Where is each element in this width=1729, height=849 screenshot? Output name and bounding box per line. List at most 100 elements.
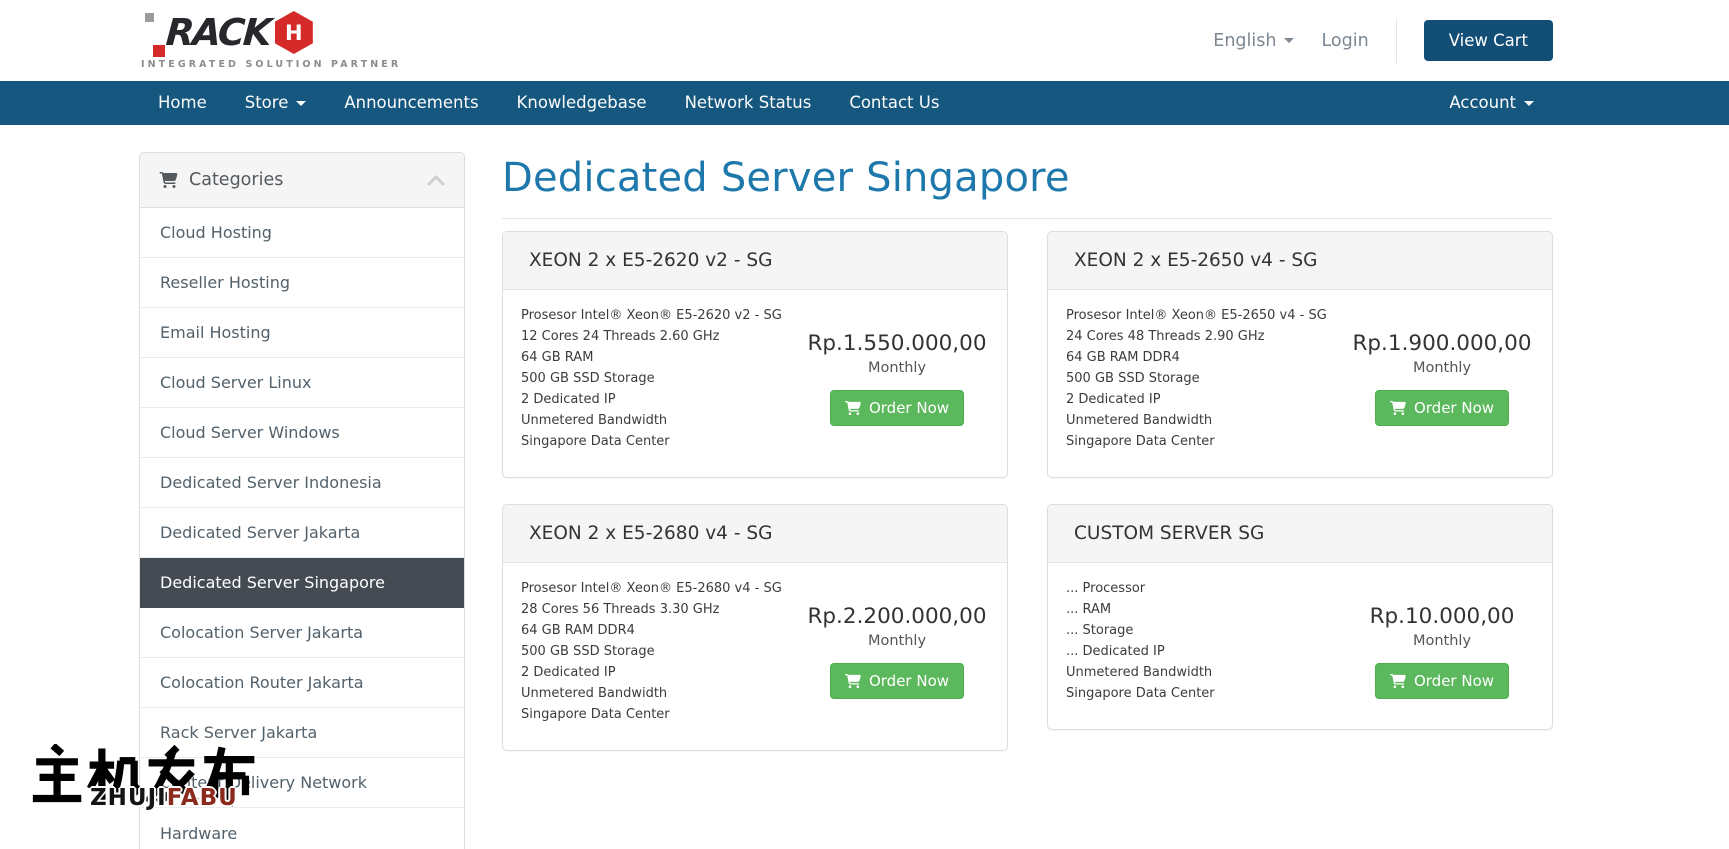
login-link[interactable]: Login xyxy=(1321,31,1368,51)
sidebar-item-email-hosting[interactable]: Email Hosting xyxy=(140,308,464,358)
spec-line: 64 GB RAM xyxy=(521,347,797,368)
sidebar-item-dedicated-server-singapore[interactable]: Dedicated Server Singapore xyxy=(140,558,464,608)
brand-logo[interactable]: RACK H INTEGRATED SOLUTION PARTNER xyxy=(139,9,329,73)
spec-line: 500 GB SSD Storage xyxy=(521,641,797,662)
order-now-button[interactable]: Order Now xyxy=(830,390,964,426)
categories-title: Categories xyxy=(189,170,283,190)
sidebar-item-cloud-server-windows[interactable]: Cloud Server Windows xyxy=(140,408,464,458)
main-navbar: Home Store Announcements Knowledgebase N… xyxy=(0,81,1729,125)
spec-line: Prosesor Intel® Xeon® E5-2650 v4 - SG xyxy=(1066,305,1342,326)
collapse-toggle[interactable] xyxy=(427,174,445,186)
billing-cycle: Monthly xyxy=(797,633,997,649)
order-now-button[interactable]: Order Now xyxy=(1375,390,1509,426)
spec-line: 2 Dedicated IP xyxy=(1066,389,1342,410)
spec-line: 64 GB RAM DDR4 xyxy=(521,620,797,641)
order-now-button[interactable]: Order Now xyxy=(1375,663,1509,699)
product-name: XEON 2 x E5-2650 v4 - SG xyxy=(1048,232,1552,290)
sidebar-item-content-delivery-network[interactable]: Content Delivery Network xyxy=(140,758,464,808)
sidebar-item-cloud-hosting[interactable]: Cloud Hosting xyxy=(140,208,464,258)
product-price: Rp.2.200.000,00 xyxy=(797,604,997,629)
product-card: XEON 2 x E5-2680 v4 - SG Prosesor Intel®… xyxy=(502,504,1008,751)
spec-line: 64 GB RAM DDR4 xyxy=(1066,347,1342,368)
order-now-label: Order Now xyxy=(869,672,949,690)
categories-header: Categories xyxy=(140,153,464,208)
spec-line: Singapore Data Center xyxy=(521,431,797,452)
cart-icon xyxy=(845,401,861,415)
order-now-label: Order Now xyxy=(869,399,949,417)
spec-line: Singapore Data Center xyxy=(521,704,797,725)
cart-icon xyxy=(1390,674,1406,688)
product-specs: ... Processor ... RAM ... Storage ... De… xyxy=(1066,578,1342,704)
sidebar-item-colocation-server-jakarta[interactable]: Colocation Server Jakarta xyxy=(140,608,464,658)
product-card: XEON 2 x E5-2650 v4 - SG Prosesor Intel®… xyxy=(1047,231,1553,478)
spec-line: 2 Dedicated IP xyxy=(521,389,797,410)
nav-item-account[interactable]: Account xyxy=(1430,81,1553,125)
spec-line: ... Storage xyxy=(1066,620,1342,641)
nav-item-announcements[interactable]: Announcements xyxy=(325,81,497,125)
spec-line: Unmetered Bandwidth xyxy=(1066,662,1342,683)
view-cart-button[interactable]: View Cart xyxy=(1424,20,1553,61)
spec-line: Unmetered Bandwidth xyxy=(521,683,797,704)
page-title: Dedicated Server Singapore xyxy=(502,152,1553,219)
product-price: Rp.10.000,00 xyxy=(1342,604,1542,629)
sidebar-item-rack-server-jakarta[interactable]: Rack Server Jakarta xyxy=(140,708,464,758)
spec-line: Singapore Data Center xyxy=(1066,683,1342,704)
spec-line: 24 Cores 48 Threads 2.90 GHz xyxy=(1066,326,1342,347)
spec-line: 2 Dedicated IP xyxy=(521,662,797,683)
sidebar-item-reseller-hosting[interactable]: Reseller Hosting xyxy=(140,258,464,308)
spec-line: Unmetered Bandwidth xyxy=(521,410,797,431)
cart-icon xyxy=(845,674,861,688)
order-now-button[interactable]: Order Now xyxy=(830,663,964,699)
spec-line: 12 Cores 24 Threads 2.60 GHz xyxy=(521,326,797,347)
nav-item-store[interactable]: Store xyxy=(226,81,326,125)
spec-line: Prosesor Intel® Xeon® E5-2620 v2 - SG xyxy=(521,305,797,326)
logo-tagline: INTEGRATED SOLUTION PARTNER xyxy=(141,59,401,70)
language-label: English xyxy=(1213,31,1276,51)
main-content: Dedicated Server Singapore XEON 2 x E5-2… xyxy=(502,152,1553,751)
product-name: XEON 2 x E5-2680 v4 - SG xyxy=(503,505,1007,563)
chevron-down-icon xyxy=(1524,101,1534,106)
language-dropdown[interactable]: English xyxy=(1213,31,1294,51)
spec-line: 500 GB SSD Storage xyxy=(1066,368,1342,389)
sidebar-item-colocation-router-jakarta[interactable]: Colocation Router Jakarta xyxy=(140,658,464,708)
sidebar-item-hardware[interactable]: Hardware xyxy=(140,808,464,849)
spec-line: Prosesor Intel® Xeon® E5-2680 v4 - SG xyxy=(521,578,797,599)
logo-wordmark: RACK xyxy=(164,9,271,57)
header-divider xyxy=(1396,19,1397,63)
top-header: RACK H INTEGRATED SOLUTION PARTNER Engli… xyxy=(0,0,1729,81)
sidebar-item-dedicated-server-jakarta[interactable]: Dedicated Server Jakarta xyxy=(140,508,464,558)
spec-line: ... Processor xyxy=(1066,578,1342,599)
nav-item-knowledgebase[interactable]: Knowledgebase xyxy=(498,81,666,125)
logo-red-square xyxy=(153,45,165,57)
cart-icon xyxy=(1390,401,1406,415)
product-name: CUSTOM SERVER SG xyxy=(1048,505,1552,563)
product-card: XEON 2 x E5-2620 v2 - SG Prosesor Intel®… xyxy=(502,231,1008,478)
account-label: Account xyxy=(1449,81,1516,125)
categories-panel: Categories Cloud Hosting Reseller Hostin… xyxy=(139,152,465,849)
nav-item-network-status[interactable]: Network Status xyxy=(666,81,831,125)
product-grid: XEON 2 x E5-2620 v2 - SG Prosesor Intel®… xyxy=(502,231,1553,751)
logo-gray-square xyxy=(145,13,154,22)
chevron-down-icon xyxy=(1284,38,1294,43)
nav-item-home[interactable]: Home xyxy=(139,81,226,125)
spec-line: ... Dedicated IP xyxy=(1066,641,1342,662)
nav-item-contact-us[interactable]: Contact Us xyxy=(830,81,958,125)
billing-cycle: Monthly xyxy=(797,360,997,376)
order-now-label: Order Now xyxy=(1414,399,1494,417)
billing-cycle: Monthly xyxy=(1342,360,1542,376)
spec-line: Unmetered Bandwidth xyxy=(1066,410,1342,431)
spec-line: ... RAM xyxy=(1066,599,1342,620)
order-now-label: Order Now xyxy=(1414,672,1494,690)
spec-line: Singapore Data Center xyxy=(1066,431,1342,452)
cart-icon xyxy=(159,172,178,188)
product-name: XEON 2 x E5-2620 v2 - SG xyxy=(503,232,1007,290)
billing-cycle: Monthly xyxy=(1342,633,1542,649)
product-price: Rp.1.900.000,00 xyxy=(1342,331,1542,356)
product-card: CUSTOM SERVER SG ... Processor ... RAM .… xyxy=(1047,504,1553,730)
product-price: Rp.1.550.000,00 xyxy=(797,331,997,356)
product-specs: Prosesor Intel® Xeon® E5-2680 v4 - SG 28… xyxy=(521,578,797,725)
sidebar-item-cloud-server-linux[interactable]: Cloud Server Linux xyxy=(140,358,464,408)
sidebar-item-dedicated-server-indonesia[interactable]: Dedicated Server Indonesia xyxy=(140,458,464,508)
nav-store-label: Store xyxy=(245,81,289,125)
chevron-up-icon xyxy=(427,174,445,186)
